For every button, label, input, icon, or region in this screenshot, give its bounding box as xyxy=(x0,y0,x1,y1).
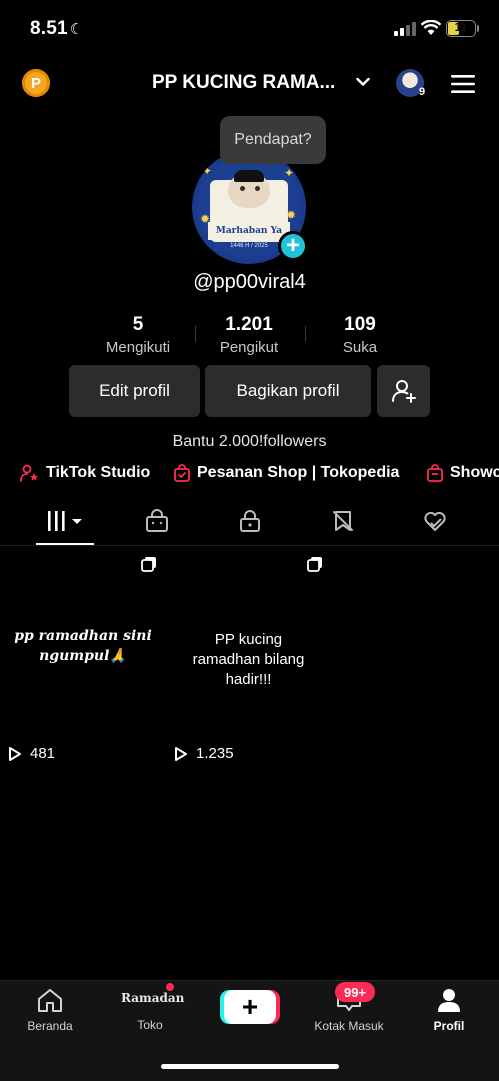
stat-label: Pengikut xyxy=(219,339,279,356)
stat-label: Mengikuti xyxy=(105,339,171,356)
coin-icon[interactable]: P xyxy=(22,69,50,97)
shop-bag-icon[interactable] xyxy=(145,509,169,533)
stat-value: 5 xyxy=(132,314,144,335)
feedback-tooltip[interactable]: Pendapat? xyxy=(220,116,326,164)
video-views: 481 xyxy=(8,745,55,762)
stat-value: 109 xyxy=(344,314,376,335)
stat-likes[interactable]: 109 Suka xyxy=(305,314,415,356)
liked-icon[interactable] xyxy=(423,509,447,533)
hamburger-menu-icon[interactable] xyxy=(451,74,475,94)
tooltip-tail xyxy=(262,158,278,166)
stat-label: Suka xyxy=(342,339,378,356)
chevron-down-icon[interactable] xyxy=(356,76,370,88)
multi-photo-icon xyxy=(141,557,156,572)
profile-title[interactable]: PP KUCING RAMA... xyxy=(152,72,335,94)
stat-following[interactable]: 5 Mengikuti xyxy=(83,314,193,356)
shopping-bag-check-icon xyxy=(174,464,190,482)
video-tile[interactable]: PP kucing ramadhan bilang hadir!!! 1.235 xyxy=(166,546,331,764)
nav-label: Kotak Masuk xyxy=(314,1019,384,1033)
link-label: TikTok Studio xyxy=(46,464,151,481)
home-indicator xyxy=(161,1064,339,1069)
inbox-badge: 99+ xyxy=(335,982,375,1002)
play-icon xyxy=(175,746,187,761)
crescent-icon xyxy=(141,1002,157,1012)
link-showcase[interactable]: Showcase xyxy=(426,464,499,482)
profile-icon xyxy=(438,989,460,1012)
link-label: Showcase xyxy=(450,464,499,481)
notification-count: 9 xyxy=(419,86,426,98)
stat-followers[interactable]: 1.201 Pengikut xyxy=(194,314,304,356)
multi-photo-icon xyxy=(307,557,322,572)
lock-icon[interactable] xyxy=(238,509,262,533)
battery-icon: 11 xyxy=(446,20,476,37)
link-shop-orders[interactable]: Pesanan Shop | Tokopedia xyxy=(173,464,399,482)
add-person-icon xyxy=(391,380,416,403)
notification-dot xyxy=(166,983,174,991)
video-views: 1.235 xyxy=(174,745,234,762)
nav-label: Beranda xyxy=(27,1019,73,1033)
nav-label: Profil xyxy=(433,1019,465,1033)
create-post-button[interactable]: + xyxy=(224,990,276,1024)
status-time: 8.51 ☾ xyxy=(30,18,84,39)
cellular-signal-icon xyxy=(394,22,416,36)
avatar-banner: Marhaban Ya Ramadhan xyxy=(208,222,290,254)
link-label: Pesanan Shop | Tokopedia xyxy=(197,464,400,481)
nav-profile[interactable]: Profil xyxy=(409,987,489,1033)
username: @pp00viral4 xyxy=(193,271,306,293)
add-friend-button[interactable] xyxy=(377,365,430,417)
grid-icon[interactable] xyxy=(46,509,86,533)
repost-icon[interactable] xyxy=(331,509,355,533)
nav-shop[interactable]: Toko xyxy=(110,1000,190,1032)
home-icon xyxy=(38,989,62,1012)
add-story-button[interactable]: + xyxy=(278,231,308,261)
play-icon xyxy=(9,746,21,761)
video-tile[interactable]: pp ramadhan sini ngumpul🙏 481 xyxy=(0,546,165,764)
person-star-icon xyxy=(20,464,38,482)
avatar-year: 1446 H / 2025 xyxy=(214,242,284,250)
video-caption: PP kucing ramadhan bilang hadir!!! xyxy=(192,631,305,688)
nav-label: Toko xyxy=(137,1018,163,1032)
battery-nub xyxy=(477,25,479,32)
share-profile-button[interactable]: Bagikan profil xyxy=(205,365,371,417)
stat-value: 1.201 xyxy=(225,314,273,335)
wifi-icon xyxy=(421,20,441,35)
video-caption: pp ramadhan sini ngumpul🙏 xyxy=(14,628,152,664)
shopping-bag-icon xyxy=(427,464,443,482)
edit-profile-button[interactable]: Edit profil xyxy=(69,365,200,417)
profile-bio: Bantu 2.000!followers xyxy=(172,433,327,450)
moon-icon: ☾ xyxy=(69,21,84,38)
link-tiktok-studio[interactable]: TikTok Studio xyxy=(20,464,150,482)
nav-home[interactable]: Beranda xyxy=(10,987,90,1033)
